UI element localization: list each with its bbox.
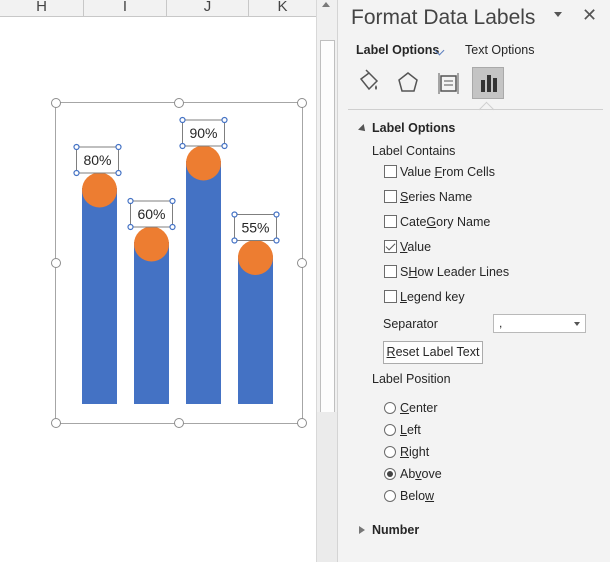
vertical-scrollbar[interactable] [316, 0, 337, 562]
radio-label-below[interactable]: Below [400, 489, 434, 503]
collapse-icon[interactable] [358, 124, 368, 134]
checkbox-label-show-leader-lines[interactable]: SHow Leader Lines [400, 265, 509, 279]
label-handle-3-1[interactable] [179, 116, 186, 124]
data-label-3[interactable]: 90% [189, 125, 217, 141]
label-handle-4-3[interactable] [231, 237, 238, 244]
label-handle-1-2[interactable] [115, 143, 122, 151]
radio-left[interactable] [384, 424, 396, 436]
divider [348, 109, 603, 110]
label-position-heading: Label Position [372, 372, 451, 386]
label-contains-heading: Label Contains [372, 144, 456, 158]
checkbox-label-value-from-cells[interactable]: Value From Cells [400, 165, 495, 179]
section-number[interactable]: Number [372, 523, 419, 537]
separator-select[interactable]: , [493, 314, 586, 333]
fill-line-icon[interactable] [352, 67, 384, 99]
bar-chart[interactable]: 80% 60% 90% 55% [0, 0, 316, 562]
label-handle-3-3[interactable] [179, 142, 186, 150]
bar-2[interactable] [134, 242, 169, 404]
checkbox-label-series-name[interactable]: Series Name [400, 190, 472, 204]
radio-above[interactable] [384, 468, 396, 480]
reset-accel: R [386, 345, 396, 359]
marker-2[interactable] [134, 226, 169, 262]
marker-4[interactable] [238, 240, 273, 275]
radio-right[interactable] [384, 446, 396, 458]
radio-label-left[interactable]: Left [400, 423, 421, 437]
reset-label-text-button[interactable]: Reset Label Text [383, 341, 483, 364]
radio-center[interactable] [384, 402, 396, 414]
pane-options-dropdown-icon[interactable] [554, 12, 562, 17]
separator-label: Separator [383, 317, 438, 331]
scroll-thumb[interactable] [320, 40, 335, 414]
scroll-track [317, 412, 337, 562]
tab-label-options[interactable]: Label Options [356, 43, 439, 57]
data-label-1[interactable]: 80% [83, 152, 111, 168]
checkbox-label-value[interactable]: Value [400, 240, 431, 254]
data-label-2[interactable]: 60% [137, 206, 165, 222]
checkbox-label-category-name[interactable]: CateGory Name [400, 215, 490, 229]
label-handle-1-1[interactable] [73, 143, 80, 151]
marker-3[interactable] [186, 145, 221, 181]
marker-1[interactable] [82, 172, 117, 208]
checkbox-value[interactable] [384, 240, 397, 253]
radio-selected-dot [387, 471, 393, 477]
tab-text-options[interactable]: Text Options [465, 43, 534, 57]
checkmark-icon [385, 240, 396, 251]
reset-label-rest: eset Label Text [395, 345, 480, 359]
scroll-up-arrow-icon[interactable] [322, 2, 330, 7]
size-properties-icon[interactable] [432, 67, 464, 99]
checkbox-label-legend-key[interactable]: Legend key [400, 290, 465, 304]
radio-below[interactable] [384, 490, 396, 502]
bar-3[interactable] [186, 161, 221, 404]
label-handle-4-2[interactable] [273, 211, 280, 218]
label-handle-2-4[interactable] [169, 223, 176, 231]
checkbox-legend-key[interactable] [384, 290, 397, 303]
data-label-4[interactable]: 55% [241, 220, 269, 236]
radio-label-above[interactable]: Abvove [400, 467, 442, 481]
label-handle-3-4[interactable] [221, 142, 228, 150]
separator-value: , [499, 316, 503, 330]
checkbox-category-name[interactable] [384, 215, 397, 228]
label-handle-1-3[interactable] [73, 169, 80, 177]
format-data-labels-pane: Format Data Labels ✕ Label Options Text … [337, 0, 610, 562]
radio-label-center[interactable]: Center [400, 401, 438, 415]
chevron-down-icon[interactable] [574, 322, 580, 326]
section-label-options[interactable]: Label Options [372, 121, 455, 135]
pane-title: Format Data Labels [351, 6, 536, 29]
label-options-icon[interactable] [472, 67, 504, 99]
checkbox-show-leader-lines[interactable] [384, 265, 397, 278]
checkbox-value-from-cells[interactable] [384, 165, 397, 178]
label-handle-2-1[interactable] [127, 197, 134, 205]
worksheet-area[interactable]: H I J K 80% 60% 90% 55% [0, 0, 316, 562]
bar-1[interactable] [82, 188, 117, 404]
expand-icon[interactable] [359, 526, 365, 534]
label-handle-4-1[interactable] [231, 211, 238, 218]
label-handle-1-4[interactable] [115, 169, 122, 177]
close-icon[interactable]: ✕ [582, 5, 597, 26]
label-handle-3-2[interactable] [221, 116, 228, 124]
effects-icon[interactable] [392, 67, 424, 99]
bar-4[interactable] [238, 255, 273, 405]
checkbox-series-name[interactable] [384, 190, 397, 203]
radio-label-right[interactable]: Right [400, 445, 429, 459]
label-handle-2-3[interactable] [127, 223, 134, 231]
label-handle-2-2[interactable] [169, 197, 176, 205]
label-handle-4-4[interactable] [273, 237, 280, 244]
